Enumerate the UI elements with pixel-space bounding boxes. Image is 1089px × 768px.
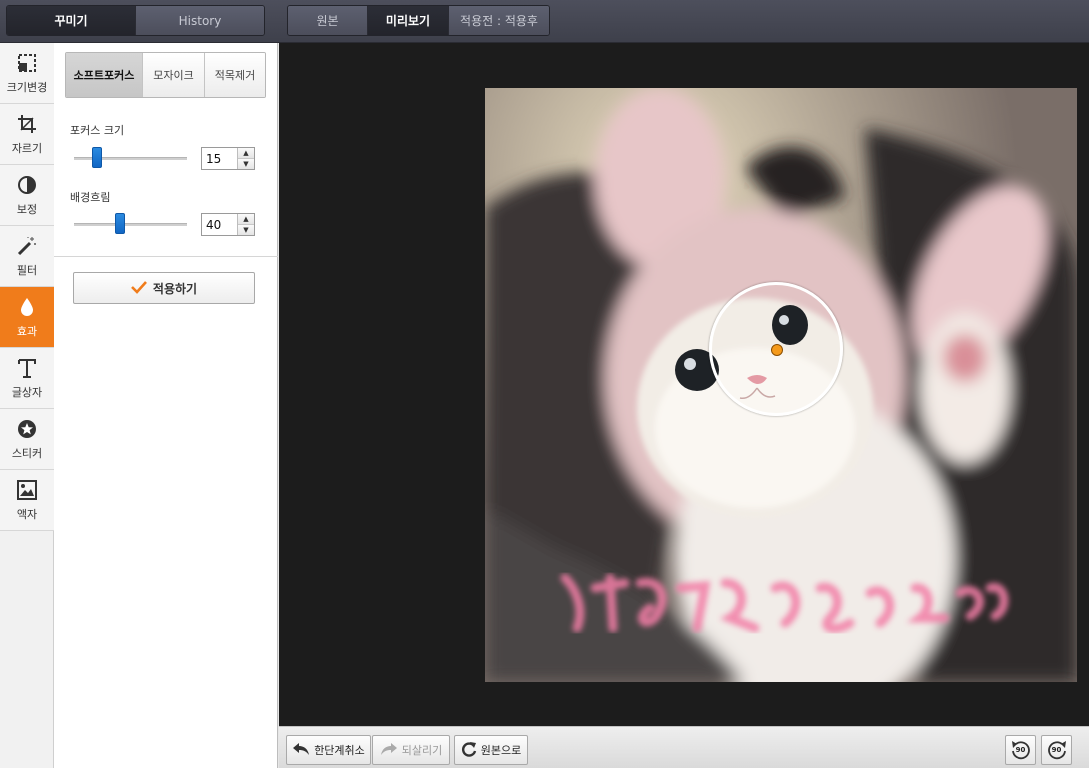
stepper-up-button[interactable]: ▲ xyxy=(238,148,254,158)
background-blur-input[interactable] xyxy=(202,214,237,235)
effect-options-panel: 소프트포커스 모자이크 적목제거 포커스 크기 ▲ ▼ 배경흐림 ▲ ▼ 적용하… xyxy=(54,43,278,768)
tool-effect[interactable]: 효과 xyxy=(0,287,54,348)
background-blur-stepper[interactable]: ▲ ▼ xyxy=(201,213,255,236)
undo-icon xyxy=(292,742,310,759)
rotate-left-button[interactable]: 90 xyxy=(1005,735,1036,765)
focus-size-label: 포커스 크기 xyxy=(70,124,125,137)
redo-icon xyxy=(380,742,398,759)
drop-icon xyxy=(16,296,38,318)
slider-thumb[interactable] xyxy=(92,147,102,168)
text-icon xyxy=(16,357,38,379)
tool-label: 액자 xyxy=(16,507,38,521)
focus-size-input[interactable] xyxy=(202,148,237,169)
tab-original[interactable]: 원본 xyxy=(288,6,367,35)
tool-label: 자르기 xyxy=(11,141,43,155)
refresh-icon xyxy=(461,741,477,760)
tab-history[interactable]: History xyxy=(135,6,264,35)
tool-label: 크기변경 xyxy=(6,80,48,94)
tab-preview[interactable]: 미리보기 xyxy=(367,6,448,35)
tab-before-after[interactable]: 적용전 : 적용후 xyxy=(448,6,549,35)
tool-frame[interactable]: 액자 xyxy=(0,470,54,531)
focus-center-handle[interactable] xyxy=(771,344,783,356)
resize-icon xyxy=(16,52,38,74)
crop-icon xyxy=(16,113,38,135)
tool-label: 보정 xyxy=(16,202,38,216)
undo-button[interactable]: 한단계취소 xyxy=(286,735,371,765)
frame-icon xyxy=(16,479,38,501)
rotate-left-icon: 90 xyxy=(1010,739,1032,761)
adjust-icon xyxy=(16,174,38,196)
redo-label: 되살리기 xyxy=(401,744,443,757)
tool-crop[interactable]: 자르기 xyxy=(0,104,54,165)
reset-label: 원본으로 xyxy=(480,744,522,757)
bottom-toolbar: 한단계취소 되살리기 원본으로 90 90 xyxy=(279,726,1089,768)
stepper-down-button[interactable]: ▼ xyxy=(238,224,254,235)
tool-filter[interactable]: 필터 xyxy=(0,226,54,287)
reset-to-original-button[interactable]: 원본으로 xyxy=(454,735,528,765)
tool-textbox[interactable]: 글상자 xyxy=(0,348,54,409)
image-canvas xyxy=(279,43,1089,726)
redo-button[interactable]: 되살리기 xyxy=(372,735,450,765)
slider-thumb[interactable] xyxy=(115,213,125,234)
stepper-down-button[interactable]: ▼ xyxy=(238,158,254,169)
stepper-up-button[interactable]: ▲ xyxy=(238,214,254,224)
divider xyxy=(54,256,278,257)
effect-tabs: 소프트포커스 모자이크 적목제거 xyxy=(65,52,266,98)
tab-decorate[interactable]: 꾸미기 xyxy=(7,6,135,35)
view-tabs: 원본 미리보기 적용전 : 적용후 xyxy=(287,5,550,36)
tool-resize[interactable]: 크기변경 xyxy=(0,43,54,104)
rotate-right-button[interactable]: 90 xyxy=(1041,735,1072,765)
star-icon xyxy=(16,418,38,440)
focus-size-stepper[interactable]: ▲ ▼ xyxy=(201,147,255,170)
apply-button[interactable]: 적용하기 xyxy=(73,272,255,304)
tool-sidebar: 크기변경 자르기 보정 필터 효과 글상자 스티커 액자 xyxy=(0,43,54,768)
tool-adjust[interactable]: 보정 xyxy=(0,165,54,226)
background-blur-label: 배경흐림 xyxy=(70,191,111,204)
tool-label: 글상자 xyxy=(11,385,43,399)
tab-red-eye[interactable]: 적목제거 xyxy=(204,53,265,97)
tab-mosaic[interactable]: 모자이크 xyxy=(142,53,204,97)
background-blur-slider[interactable] xyxy=(74,213,187,235)
focus-size-slider[interactable] xyxy=(74,147,187,169)
tool-label: 필터 xyxy=(16,263,38,277)
apply-button-label: 적용하기 xyxy=(152,281,198,296)
tool-label: 효과 xyxy=(16,324,38,338)
tool-sticker[interactable]: 스티커 xyxy=(0,409,54,470)
mode-tabs: 꾸미기 History xyxy=(6,5,265,36)
slider-track xyxy=(74,157,187,160)
tab-soft-focus[interactable]: 소프트포커스 xyxy=(66,53,142,97)
tool-label: 스티커 xyxy=(11,446,43,460)
rotate-right-icon: 90 xyxy=(1046,739,1068,761)
undo-label: 한단계취소 xyxy=(314,744,365,757)
check-icon xyxy=(130,280,147,297)
rotate-right-label: 90 xyxy=(1051,746,1062,754)
slider-track xyxy=(74,223,187,226)
rotate-left-label: 90 xyxy=(1015,746,1026,754)
magic-wand-icon xyxy=(16,235,38,257)
top-toolbar: 꾸미기 History 원본 미리보기 적용전 : 적용후 xyxy=(0,0,1089,43)
